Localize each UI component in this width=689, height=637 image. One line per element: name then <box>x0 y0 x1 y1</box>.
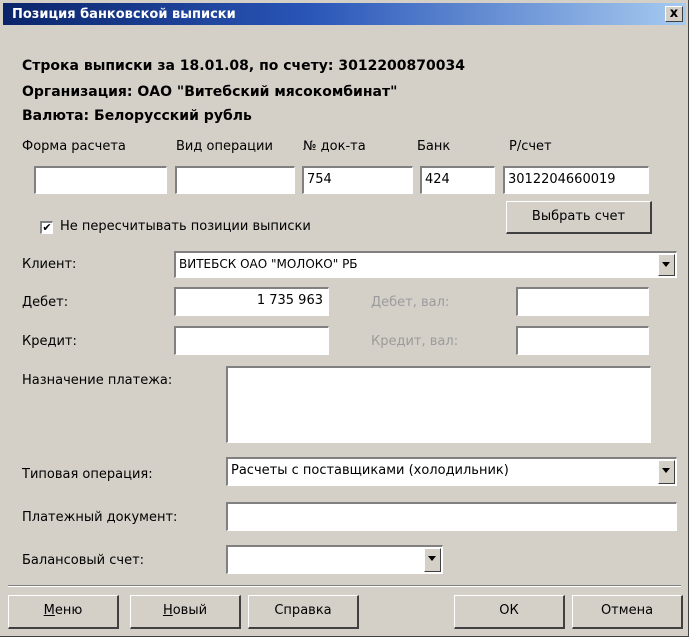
payment-form-label: Форма расчета <box>22 139 126 154</box>
payment-form-input[interactable] <box>34 166 167 194</box>
menu-label: еню <box>54 603 83 618</box>
debit-label: Дебет: <box>22 295 69 310</box>
statement-line-info: Строка выписки за 18.01.08, по счету: 30… <box>22 58 465 74</box>
purpose-textarea[interactable] <box>226 366 651 443</box>
help-button[interactable]: Справка <box>248 595 359 629</box>
operation-value: Расчеты с поставщиками (холодильник) <box>231 463 509 478</box>
chevron-down-icon[interactable] <box>658 254 675 276</box>
bank-input[interactable]: 424 <box>420 166 495 194</box>
new-hotkey: Н <box>162 603 173 618</box>
window-title: Позиция банковской выписки <box>12 7 236 22</box>
new-label: овый <box>172 603 208 618</box>
separator <box>8 585 681 587</box>
chevron-down-icon[interactable] <box>658 460 675 484</box>
organization-info: Организация: ОАО "Витебский мясокомбинат… <box>22 84 398 100</box>
payment-doc-input[interactable] <box>226 502 677 531</box>
balance-account-label: Балансовый счет: <box>22 553 145 568</box>
operation-dropdown[interactable]: Расчеты с поставщиками (холодильник) <box>226 457 677 486</box>
credit-input[interactable] <box>174 326 329 355</box>
debit-input[interactable]: 1 735 963 <box>174 287 329 316</box>
cancel-button[interactable]: Отмена <box>572 595 683 629</box>
credit-currency-label: Кредит, вал: <box>371 334 459 349</box>
operation-label: Типовая операция: <box>22 467 153 482</box>
close-button[interactable]: x <box>665 6 683 22</box>
client-value: ВИТЕБСК ОАО "МОЛОКО" РБ <box>179 257 358 271</box>
menu-hotkey: М <box>43 603 55 618</box>
debit-currency-input[interactable] <box>516 287 649 316</box>
new-button[interactable]: Новый <box>130 595 241 629</box>
currency-info: Валюта: Белорусский рубль <box>22 108 252 124</box>
select-account-button[interactable]: Выбрать счет <box>506 201 652 234</box>
operation-type-label: Вид операции <box>176 139 273 154</box>
close-icon: x <box>669 6 679 21</box>
ok-button[interactable]: ОК <box>454 595 565 629</box>
checkmark-icon: ✔ <box>42 221 52 234</box>
balance-account-dropdown[interactable] <box>226 545 443 574</box>
doc-number-input[interactable]: 754 <box>302 166 413 194</box>
bank-label: Банк <box>417 139 451 154</box>
client-dropdown[interactable]: ВИТЕБСК ОАО "МОЛОКО" РБ <box>174 251 677 278</box>
menu-button[interactable]: Меню <box>8 595 119 629</box>
client-label: Клиент: <box>22 257 77 272</box>
purpose-label: Назначение платежа: <box>22 373 173 388</box>
operation-type-input[interactable] <box>175 166 295 194</box>
debit-currency-label: Дебет, вал: <box>371 295 450 310</box>
no-recalc-checkbox[interactable]: ✔ <box>40 221 53 234</box>
credit-currency-input[interactable] <box>516 326 649 355</box>
chevron-down-icon[interactable] <box>424 548 441 572</box>
doc-number-label: № док-та <box>303 139 366 154</box>
payment-doc-label: Платежный документ: <box>22 510 178 525</box>
title-bar: Позиция банковской выписки x <box>3 3 686 25</box>
no-recalc-label: Не пересчитывать позиции выписки <box>60 219 311 234</box>
account-input[interactable]: 3012204660019 <box>503 166 649 194</box>
credit-label: Кредит: <box>22 334 77 349</box>
account-label: Р/счет <box>509 139 552 154</box>
dialog-window: Позиция банковской выписки x Строка выпи… <box>0 0 689 637</box>
